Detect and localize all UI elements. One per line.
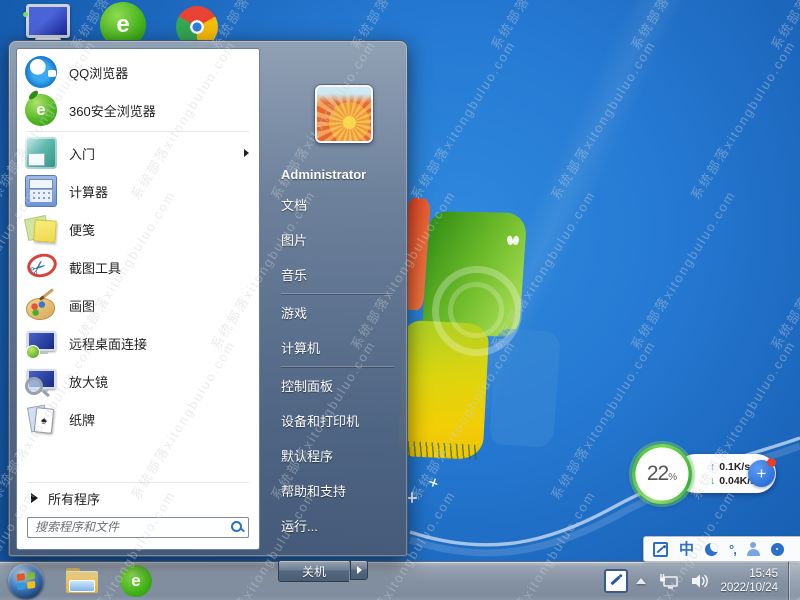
snipping-tool-icon: [25, 251, 57, 283]
chinese-mode-toggle[interactable]: 中: [679, 542, 694, 557]
calculator-icon: [25, 175, 57, 207]
desktop-icon-computer[interactable]: [26, 4, 72, 44]
menu-item-run[interactable]: 运行...: [281, 508, 402, 543]
menu-item-snipping-tool[interactable]: 截图工具: [17, 248, 259, 286]
plus-icon: +: [757, 464, 767, 484]
shutdown-options-arrow[interactable]: [350, 560, 368, 580]
all-programs-button[interactable]: 所有程序: [17, 485, 259, 511]
upload-arrow-icon: ↑: [710, 461, 715, 473]
sparkle-decoration: [428, 477, 439, 488]
paint-icon: [25, 289, 57, 321]
clock-date: 2022/10/24: [720, 581, 778, 595]
windows7-desktop: e ↑ 0.1K/s ↓ 0.04K/s + 22 % e: [0, 0, 800, 600]
tray-expand-arrow[interactable]: [636, 578, 646, 584]
menu-separator: [27, 131, 249, 132]
menu-item-paint[interactable]: 画图: [17, 286, 259, 324]
menu-item-remote-desktop[interactable]: 远程桌面连接: [17, 324, 259, 362]
user-avatar[interactable]: [315, 85, 373, 143]
ime-tray-icon[interactable]: [604, 569, 628, 593]
language-bar: 中 °,: [643, 536, 800, 562]
menu-item-control-panel[interactable]: 控制面板: [281, 368, 402, 403]
shutdown-button[interactable]: 关机: [278, 560, 349, 582]
upload-speed: 0.1K/s: [719, 461, 750, 473]
show-desktop-button[interactable]: [788, 562, 800, 600]
widget-plus-button[interactable]: +: [748, 460, 775, 487]
system-tray: 15:45 2022/10/24: [604, 562, 800, 600]
menu-item-music[interactable]: 音乐: [281, 257, 402, 292]
qq-browser-icon: [25, 56, 57, 88]
wallpaper-glow-ring: [448, 282, 504, 338]
pen-icon: [611, 576, 621, 586]
solitaire-icon: [25, 403, 57, 435]
start-button[interactable]: [8, 563, 44, 599]
menu-item-documents[interactable]: 文档: [281, 187, 402, 222]
computer-power-light: [23, 12, 28, 17]
360-browser-icon: e: [25, 94, 57, 126]
all-programs-arrow-icon: [31, 493, 38, 503]
tray-clock[interactable]: 15:45 2022/10/24: [720, 567, 778, 595]
butterfly-decoration: [507, 236, 519, 246]
ime-settings-gear-icon[interactable]: [771, 543, 784, 556]
start-menu-program-list: QQ浏览器 e 360安全浏览器 入门 计算器 便笺 截图工: [16, 48, 260, 550]
shutdown-control: 关机: [278, 560, 368, 582]
menu-item-computer[interactable]: 计算机: [281, 330, 402, 365]
taskbar-explorer-button[interactable]: [66, 568, 98, 594]
taskbar-360-browser-button[interactable]: e: [120, 565, 152, 597]
sticky-notes-icon: [25, 213, 57, 245]
menu-item-help-support[interactable]: 帮助和支持: [281, 473, 402, 508]
menu-item-default-programs[interactable]: 默认程序: [281, 438, 402, 473]
menu-item-getting-started[interactable]: 入门: [17, 134, 259, 172]
pen-icon: [656, 546, 663, 553]
memory-usage-ball[interactable]: 22 %: [632, 444, 692, 504]
percent-sign: %: [668, 472, 677, 483]
submenu-arrow-icon: [244, 149, 249, 157]
ime-logo-icon[interactable]: [653, 542, 668, 557]
search-magnifier-icon: [231, 521, 244, 534]
magnifier-icon: [25, 365, 57, 397]
menu-item-pictures[interactable]: 图片: [281, 222, 402, 257]
menu-item-solitaire[interactable]: 纸牌: [17, 400, 259, 438]
fullwidth-moon-icon[interactable]: [705, 543, 718, 556]
remote-desktop-icon: [25, 327, 57, 359]
taskbar: e 15:45 2022/10/24: [0, 561, 800, 600]
menu-item-games[interactable]: 游戏: [281, 295, 402, 330]
search-input[interactable]: [27, 517, 249, 538]
menu-separator: [27, 482, 249, 483]
menu-item-sticky-notes[interactable]: 便笺: [17, 210, 259, 248]
computer-screen: [26, 4, 70, 38]
clock-time: 15:45: [720, 567, 778, 581]
notification-dot: [767, 458, 776, 467]
search-row: [17, 511, 259, 543]
folder-icon: [69, 580, 95, 592]
menu-separator: [281, 293, 394, 294]
getting-started-icon: [25, 137, 57, 169]
user-lexicon-icon[interactable]: [747, 542, 760, 556]
windows-flag-icon: [17, 572, 36, 590]
menu-item-calculator[interactable]: 计算器: [17, 172, 259, 210]
menu-item-devices-printers[interactable]: 设备和打印机: [281, 403, 402, 438]
taskbar-left: e: [0, 562, 152, 600]
menu-item-magnifier[interactable]: 放大镜: [17, 362, 259, 400]
start-menu: QQ浏览器 e 360安全浏览器 入门 计算器 便笺 截图工: [8, 40, 408, 557]
network-icon[interactable]: [658, 571, 680, 591]
speaker-icon[interactable]: [690, 571, 710, 591]
menu-item-360-browser[interactable]: e 360安全浏览器: [17, 91, 259, 129]
memory-percent: 22: [647, 462, 668, 486]
menu-separator: [281, 366, 394, 367]
user-name[interactable]: Administrator: [281, 161, 402, 187]
download-arrow-icon: ↓: [710, 475, 715, 487]
punctuation-toggle[interactable]: °,: [729, 543, 736, 556]
menu-item-qq-browser[interactable]: QQ浏览器: [17, 53, 259, 91]
